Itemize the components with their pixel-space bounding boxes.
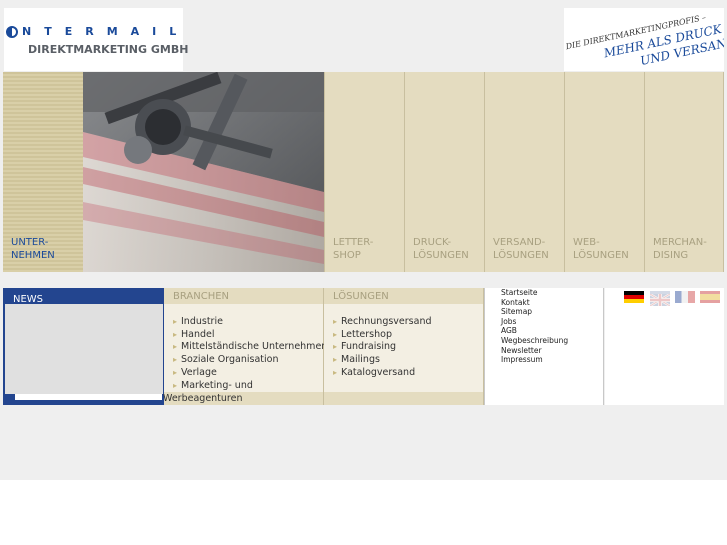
list-item[interactable]: ▸ Mittelständische Unternehmen — [173, 341, 327, 354]
news-panel: NEWS — [3, 288, 164, 405]
loesungen-footer — [324, 392, 483, 405]
nav-item-druckloesungen[interactable]: DRUCK- LÖSUNGEN — [404, 72, 484, 272]
flag-en-icon[interactable] — [649, 291, 671, 308]
branchen-overflow-text[interactable]: Werbeagenturen — [163, 393, 243, 404]
arrow-right-icon: ▸ — [333, 342, 338, 352]
list-item[interactable]: ▸ Rechnungsversand — [333, 316, 432, 329]
arrow-right-icon: ▸ — [173, 342, 178, 352]
nav-item-label: WEB- LÖSUNGEN — [573, 237, 629, 261]
branchen-title: BRANCHEN — [173, 291, 230, 302]
nav-item-webloesungen[interactable]: WEB- LÖSUNGEN — [564, 72, 644, 272]
main-navigation: UNTER- NEHMEN LETTER- SHOP DRUCK- LÖSUNG… — [3, 72, 724, 272]
nav-item-label: DRUCK- LÖSUNGEN — [413, 237, 469, 261]
branchen-list: ▸ Industrie ▸ Handel ▸ Mittelständische Unt… — [173, 316, 327, 392]
loesungen-list: ▸ Rechnungsversand ▸ Lettershop ▸ Fundraisi… — [333, 316, 432, 380]
printing-press-image — [83, 72, 324, 272]
nav-item-label: UNTER- NEHMEN — [11, 237, 55, 261]
header-photo-printing-press — [83, 72, 324, 272]
footer-link-jobs[interactable]: Jobs — [501, 317, 568, 327]
language-selector — [605, 288, 724, 405]
footer-link-startseite[interactable]: Startseite — [501, 288, 568, 298]
arrow-right-icon: ▸ — [333, 355, 338, 365]
flag-es-icon[interactable] — [700, 291, 720, 303]
footer-links-list: Startseite Kontakt Sitemap Jobs AGB Wegb… — [501, 288, 568, 365]
footer-link-impressum[interactable]: Impressum — [501, 355, 568, 365]
arrow-right-icon: ▸ — [173, 329, 178, 339]
list-item[interactable]: ▸ Fundraising — [333, 341, 432, 354]
list-item[interactable]: ▸ Handel — [173, 329, 327, 342]
branchen-header: BRANCHEN — [164, 288, 323, 304]
nav-item-merchandising[interactable]: MERCHAN- DISING — [644, 72, 724, 272]
nav-item-label: VERSAND- LÖSUNGEN — [493, 237, 549, 261]
footer-link-wegbeschreibung[interactable]: Wegbeschreibung — [501, 336, 568, 346]
loesungen-title: LÖSUNGEN — [333, 291, 389, 302]
nav-item-lettershop[interactable]: LETTER- SHOP — [324, 72, 404, 272]
list-item[interactable]: ▸ Marketing- und — [173, 380, 327, 393]
arrow-right-icon: ▸ — [333, 317, 338, 326]
loesungen-header: LÖSUNGEN — [324, 288, 483, 304]
news-scrollbar[interactable] — [15, 394, 162, 400]
list-item[interactable]: ▸ Verlage — [173, 367, 327, 380]
footer-link-sitemap[interactable]: Sitemap — [501, 307, 568, 317]
branchen-panel: BRANCHEN ▸ Industrie ▸ Handel ▸ Mittelständ… — [164, 288, 327, 405]
list-item[interactable]: ▸ Katalogversand — [333, 367, 432, 380]
news-content-box — [5, 304, 163, 394]
arrow-right-icon: ▸ — [173, 355, 178, 365]
nav-item-label: MERCHAN- DISING — [653, 237, 707, 261]
flag-fr-icon[interactable] — [675, 291, 695, 303]
arrow-right-icon: ▸ — [173, 380, 178, 390]
logo-bottom-text: DIREKTMARKETING GMBH — [28, 43, 189, 56]
list-item[interactable]: ▸ Mailings — [333, 354, 432, 367]
list-item[interactable]: ▸ Industrie — [173, 316, 327, 329]
content-panels: NEWS BRANCHEN ▸ Industrie ▸ Handel ▸ Mittel… — [3, 288, 724, 405]
logo-top-text: NTERMAIL — [22, 25, 190, 38]
footer-link-agb[interactable]: AGB — [501, 326, 568, 336]
loesungen-panel: LÖSUNGEN ▸ Rechnungsversand ▸ Lettershop ▸… — [324, 288, 484, 405]
arrow-right-icon: ▸ — [333, 329, 338, 339]
arrow-right-icon: ▸ — [173, 317, 178, 326]
list-item[interactable]: ▸ Soziale Organisation — [173, 354, 327, 367]
footer-links-panel: Startseite Kontakt Sitemap Jobs AGB Wegb… — [484, 288, 604, 405]
arrow-right-icon: ▸ — [173, 367, 178, 377]
logo-i-icon — [6, 26, 18, 38]
nav-item-unternehmen[interactable]: UNTER- NEHMEN — [3, 72, 83, 272]
slogan-banner: DIE DIREKTMARKETINGPROFIS – MEHR ALS DRU… — [564, 8, 724, 71]
nav-item-label: LETTER- SHOP — [333, 237, 374, 261]
arrow-right-icon: ▸ — [333, 367, 338, 377]
intermail-logo[interactable]: NTERMAIL DIREKTMARKETING GMBH — [4, 8, 188, 71]
footer-link-kontakt[interactable]: Kontakt — [501, 298, 568, 308]
nav-item-versandloesungen[interactable]: VERSAND- LÖSUNGEN — [484, 72, 564, 272]
list-item[interactable]: ▸ Lettershop — [333, 329, 432, 342]
footer-link-newsletter[interactable]: Newsletter — [501, 346, 568, 356]
flag-de-icon[interactable] — [624, 291, 644, 303]
